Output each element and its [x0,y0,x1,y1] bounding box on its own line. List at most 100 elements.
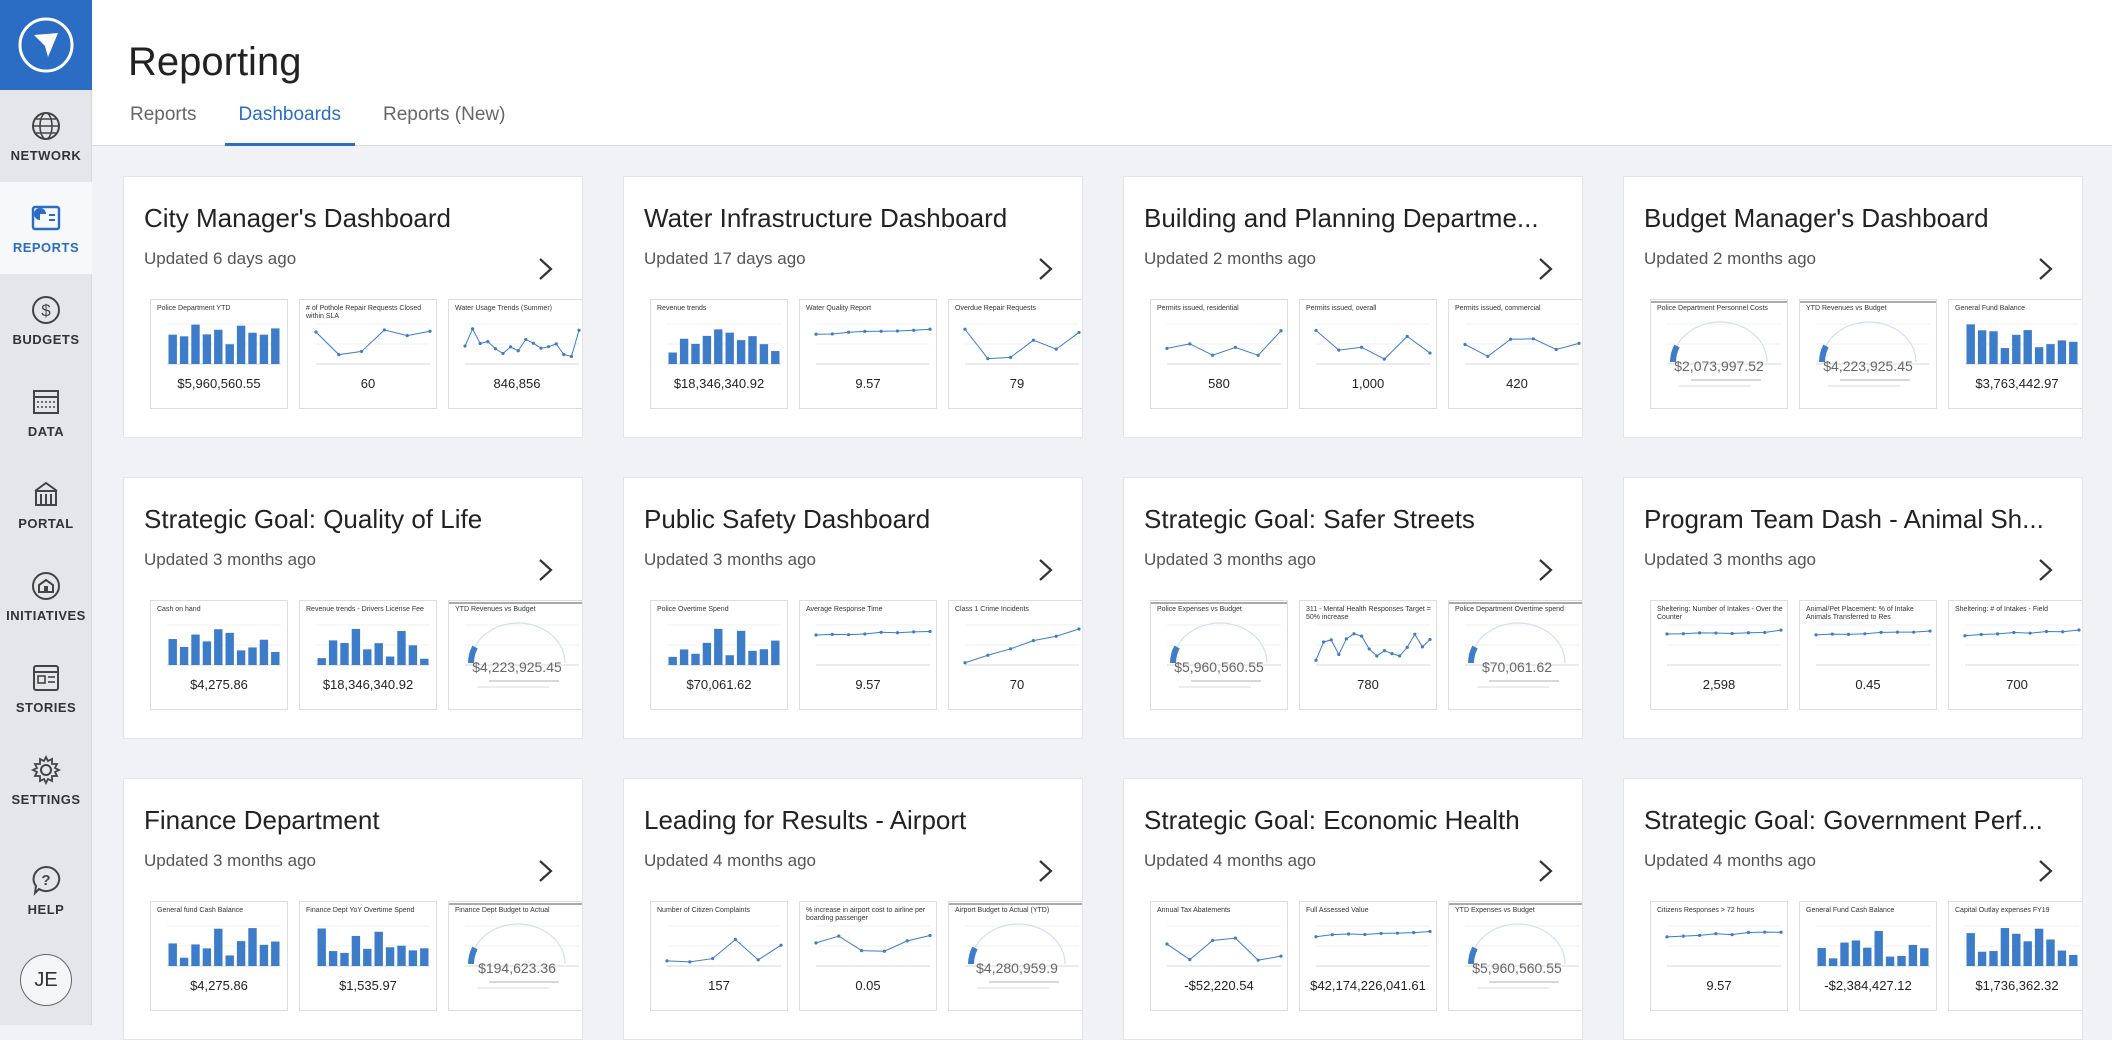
mini-point [577,328,581,332]
dashboard-title[interactable]: Strategic Goal: Quality of Life [144,504,554,535]
dashboard-title[interactable]: Program Team Dash - Animal Sh... [1644,504,2054,535]
mini-bar [397,630,406,665]
mini-line [315,329,431,356]
sidebar-item-budgets[interactable]: $ BUDGETS [0,274,92,366]
tile-value: 9.57 [1706,978,1732,993]
tile-value: 580 [1208,376,1230,391]
sidebar-item-portal[interactable]: PORTAL [0,458,92,550]
dashboard-updated: Updated 4 months ago [1144,851,1317,870]
mini-bar [420,948,429,966]
dashboard-updated: Updated 3 months ago [144,550,317,569]
mini-bar [2046,939,2055,966]
chevron-right-icon[interactable] [1034,255,1058,283]
chevron-right-icon[interactable] [534,255,558,283]
dashboard-title[interactable]: Public Safety Dashboard [644,504,1054,535]
dashboard-card[interactable]: Strategic Goal: Quality of Life Updated 3… [123,477,583,739]
dashboard-title[interactable]: Strategic Goal: Safer Streets [1144,504,1554,535]
dashboard-title[interactable]: Finance Department [144,805,554,836]
dashboard-title[interactable]: Budget Manager's Dashboard [1644,203,2054,234]
tile-chart [1651,301,1787,387]
app-logo[interactable] [0,0,92,90]
tile-chart [1965,925,2079,967]
tile-title: Airport Budget to Actual (YTD) [955,907,1050,914]
dashboard-updated: Updated 3 months ago [1644,550,1817,569]
avatar[interactable]: JE [20,954,72,1006]
dashboard-title[interactable]: Water Infrastructure Dashboard [644,203,1054,234]
chevron-right-icon[interactable] [1034,857,1058,885]
mini-point [524,337,528,342]
sidebar-item-label: REPORTS [12,239,80,255]
mini-bar [317,658,326,665]
dashboard-tiles: Cash on hand $4,275.86 Revenue trends - Dr… [150,600,582,710]
dashboard-title[interactable]: Building and Planning Departme... [1144,203,1554,234]
dashboard-updated: Updated 2 months ago [1144,249,1317,268]
chevron-right-icon[interactable] [1534,857,1558,885]
sidebar-item-reports[interactable]: REPORTS [0,182,92,274]
chevron-right-icon[interactable] [534,857,558,885]
sidebar-item-help[interactable]: ? HELP [0,844,92,936]
chevron-right-icon[interactable] [1534,556,1558,584]
dashboard-card[interactable]: Budget Manager's Dashboard Updated 2 mont… [1623,176,2083,438]
dashboard-title[interactable]: Strategic Goal: Economic Health [1144,805,1554,836]
tile-value: $70,061.62 [686,677,752,692]
mini-point [1995,632,2000,636]
dashboard-tile: Police Department Personnel Costs $2,073,… [1650,299,1788,409]
mini-bar [420,658,429,665]
sidebar-item-network[interactable]: NETWORK [0,90,92,182]
dashboard-tile: Class 1 Crime Incidents 70 [948,600,1082,710]
dashboard-title[interactable]: Leading for Results - Airport [644,805,1054,836]
dashboard-title[interactable]: Strategic Goal: Government Perf... [1644,805,2054,836]
dashboard-card[interactable]: Program Team Dash - Animal Sh... Updated … [1623,477,2083,739]
mini-bar [202,641,212,665]
tile-title: Overdue Repair Requests [955,305,1036,312]
dashboard-card[interactable]: Public Safety Dashboard Updated 3 months … [623,477,1083,739]
chevron-right-icon[interactable] [2034,255,2058,283]
chevron-right-icon[interactable] [1034,556,1058,584]
mini-point [1863,632,1867,636]
dashboard-card[interactable]: City Manager's Dashboard Updated 6 days a… [123,176,583,438]
dashboard-card[interactable]: Strategic Goal: Safer Streets Updated 3 m… [1123,477,1583,739]
dashboard-tile: Capital Outlay expenses FY19 $1,736,362.3… [1948,901,2082,1011]
mini-point [1846,632,1851,637]
dashboard-card[interactable]: Leading for Results - Airport Updated 4 m… [623,778,1083,1040]
mini-bar [340,643,349,665]
tile-title: YTD Revenues vs Budget [1806,305,1887,312]
sidebar-item-initiatives[interactable]: INITIATIVES [0,550,92,642]
mini-bar [702,335,712,364]
mini-bar [179,957,189,966]
mini-point [1714,631,1718,635]
mini-point [1329,638,1333,642]
mini-point [1428,351,1432,355]
mini-bar [736,630,746,665]
dashboard-tile: Water Usage Trends (Summer) 846,856 [448,299,582,409]
tile-chart [1963,624,2081,666]
dashboard-tile: Police Overtime Spend $70,061.62 [650,600,788,710]
dashboard-card[interactable]: Building and Planning Departme... Updated… [1123,176,1583,438]
tab-reports-new[interactable]: Reports (New) [369,94,519,146]
sidebar-item-data[interactable]: DATA [0,366,92,458]
tab-reports[interactable]: Reports [116,94,211,146]
gear-icon [30,754,62,785]
mini-bar [236,325,246,364]
tile-title: Finance Dept Budget to Actual [455,907,550,914]
dashboard-title[interactable]: City Manager's Dashboard [144,203,554,234]
tile-title: Annual Tax Abatements [1157,907,1231,914]
chevron-right-icon[interactable] [2034,857,2058,885]
dashboard-card[interactable]: Water Infrastructure Dashboard Updated 17… [623,176,1083,438]
chevron-right-icon[interactable] [2034,556,2058,584]
tile-value: $4,223,925.45 [472,659,562,675]
mini-bar [374,643,383,665]
mini-point [1912,630,1916,634]
dashboard-card[interactable]: Strategic Goal: Government Perf... Update… [1623,778,2083,1040]
tile-chart [1165,323,1283,365]
mini-point [2012,630,2016,635]
tile-value: $4,275.86 [190,677,248,692]
tab-dashboards[interactable]: Dashboards [224,94,355,146]
dashboard-card[interactable]: Finance Department Updated 3 months ago Ge… [123,778,583,1040]
sidebar-item-settings[interactable]: SETTINGS [0,734,92,826]
dashboard-card[interactable]: Strategic Goal: Economic Health Updated 4… [1123,778,1583,1040]
mini-bar [225,955,234,966]
chevron-right-icon[interactable] [534,556,558,584]
sidebar-item-stories[interactable]: STORIES [0,642,92,734]
chevron-right-icon[interactable] [1534,255,1558,283]
